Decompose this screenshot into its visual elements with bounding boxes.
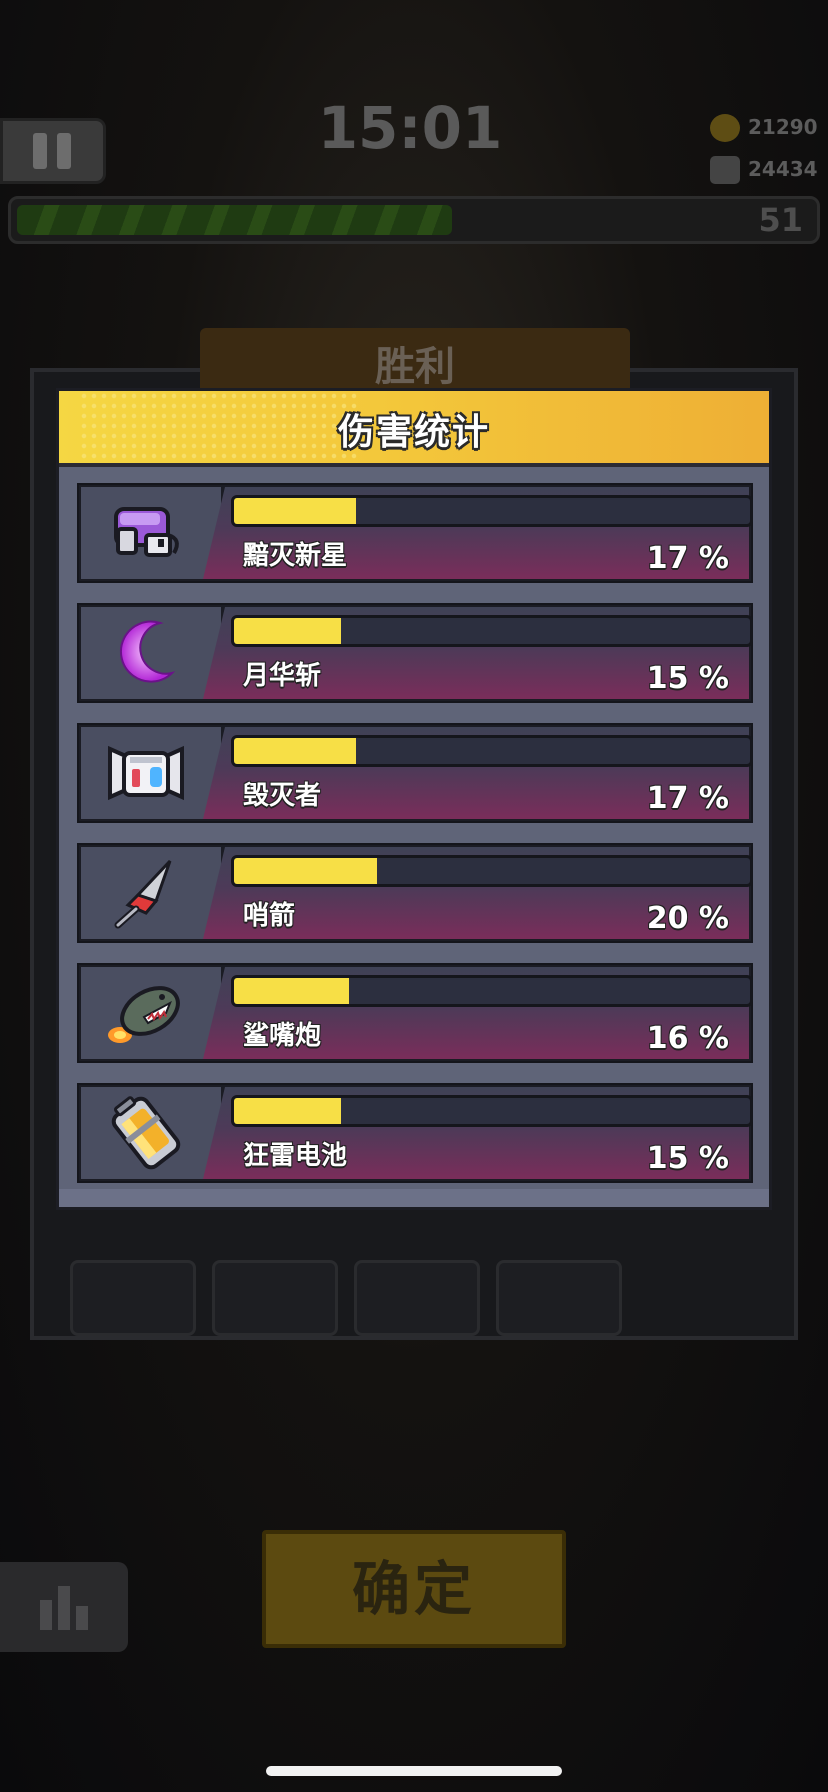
pause-button[interactable] xyxy=(0,118,106,184)
damage-row: 哨箭 20 % xyxy=(77,843,753,943)
item-slot xyxy=(212,1260,338,1336)
gem-icon xyxy=(710,156,740,184)
damage-percent: 17 % xyxy=(646,541,729,576)
player-level: 51 xyxy=(758,201,803,239)
bar-chart-icon-bar xyxy=(58,1586,70,1630)
skill-name: 月华斩 xyxy=(243,661,322,691)
gold-counter: 21290 xyxy=(710,110,820,146)
battery-icon xyxy=(111,1096,181,1170)
skill-icon-cell xyxy=(81,967,221,1059)
damage-row: 毁灭者 17 % xyxy=(77,723,753,823)
damage-row: 月华斩 15 % xyxy=(77,603,753,703)
damage-bar-fill xyxy=(234,978,349,1004)
skill-icon-cell xyxy=(81,487,221,579)
skill-name: 鲨嘴炮 xyxy=(243,1021,322,1051)
skill-icon-cell xyxy=(81,847,221,939)
coin-icon xyxy=(710,114,740,142)
skill-icon-cell xyxy=(81,727,221,819)
damage-bar-fill xyxy=(234,498,356,524)
skill-name: 毁灭者 xyxy=(243,781,322,811)
pause-icon xyxy=(33,133,47,169)
skill-name: 狂雷电池 xyxy=(243,1141,348,1171)
damage-bar xyxy=(231,975,753,1007)
damage-percent: 16 % xyxy=(646,1021,729,1056)
skill-name: 哨箭 xyxy=(243,901,296,931)
damage-bar xyxy=(231,615,753,647)
stats-button[interactable] xyxy=(0,1562,128,1652)
damage-percent: 17 % xyxy=(646,781,729,816)
robot-head-icon xyxy=(108,745,184,801)
arrowhead-icon xyxy=(114,859,172,929)
victory-text: 胜利 xyxy=(375,344,455,390)
damage-bar-fill xyxy=(234,1098,342,1124)
bar-chart-icon xyxy=(40,1600,52,1630)
shark-rocket-icon xyxy=(108,986,180,1043)
skill-name: 黯灭新星 xyxy=(243,541,348,571)
xp-bar: 51 xyxy=(8,196,820,244)
item-slot xyxy=(496,1260,622,1336)
skill-icon-cell xyxy=(81,1087,221,1179)
item-slot xyxy=(354,1260,480,1336)
xp-bar-fill xyxy=(17,205,453,235)
item-slot xyxy=(70,1260,196,1336)
gold-value: 21290 xyxy=(748,115,818,139)
damage-percent: 15 % xyxy=(646,661,729,696)
home-indicator[interactable] xyxy=(266,1766,562,1776)
crescent-moon-icon xyxy=(120,620,176,683)
damage-bar-fill xyxy=(234,618,342,644)
gem-value: 24434 xyxy=(748,157,818,181)
damage-bar xyxy=(231,735,753,767)
damage-stats-modal: 伤害统计 黯灭新星 17 % 月华斩 15 % 毁灭者 17 % 哨箭 20 %… xyxy=(56,388,772,1210)
damage-percent: 20 % xyxy=(646,901,729,936)
damage-row: 鲨嘴炮 16 % xyxy=(77,963,753,1063)
damage-bar-fill xyxy=(234,738,356,764)
damage-bar xyxy=(231,855,753,887)
purple-cannon-icon xyxy=(114,507,179,557)
modal-title: 伤害统计 xyxy=(337,412,490,453)
damage-bar xyxy=(231,1095,753,1127)
damage-row: 狂雷电池 15 % xyxy=(77,1083,753,1183)
damage-row: 黯灭新星 17 % xyxy=(77,483,753,583)
pause-icon-bar xyxy=(57,133,71,169)
skill-icon-cell xyxy=(81,607,221,699)
confirm-button[interactable]: 确定 xyxy=(262,1530,566,1648)
game-timer: 15:01 xyxy=(317,94,503,162)
damage-bar xyxy=(231,495,753,527)
damage-bar-fill xyxy=(234,858,378,884)
modal-header: 伤害统计 xyxy=(59,391,769,467)
damage-percent: 15 % xyxy=(646,1141,729,1176)
gem-counter: 24434 xyxy=(710,152,820,188)
bar-chart-icon-bar xyxy=(76,1606,88,1630)
